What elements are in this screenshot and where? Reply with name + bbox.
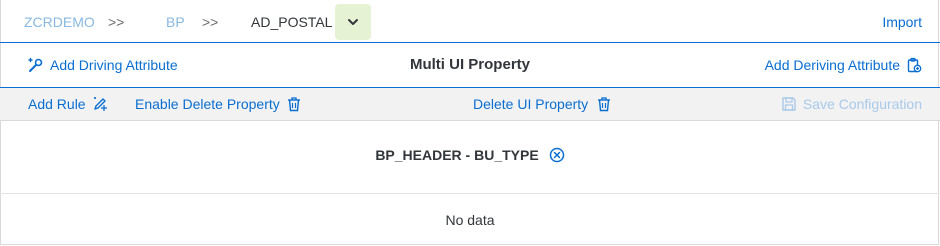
section-title: BP_HEADER - BU_TYPE	[375, 147, 539, 163]
pen-add-icon	[92, 96, 108, 112]
breadcrumb-item-ad-postal: AD_POSTAL	[251, 14, 333, 30]
trash-icon	[286, 96, 302, 112]
add-deriving-attribute-button[interactable]: Add Deriving Attribute	[765, 57, 922, 73]
delete-ui-property-label: Delete UI Property	[473, 96, 589, 112]
enable-delete-property-button[interactable]: Enable Delete Property	[135, 96, 302, 112]
save-configuration-button[interactable]: Save Configuration	[781, 96, 922, 112]
breadcrumb-dropdown-button[interactable]	[335, 4, 371, 40]
save-icon	[781, 96, 797, 112]
section-row: BP_HEADER - BU_TYPE	[0, 121, 940, 194]
clipboard-add-icon	[906, 57, 922, 73]
chevron-down-icon	[345, 14, 361, 30]
breadcrumb: ZCRDEMO >> BP >> AD_POSTAL Import	[0, 0, 940, 43]
action-toolbar: Add Rule Enable Delete Property Delete U…	[0, 88, 940, 121]
import-link[interactable]: Import	[882, 14, 922, 30]
add-rule-label: Add Rule	[28, 96, 86, 112]
add-deriving-attribute-label: Add Deriving Attribute	[764, 57, 900, 73]
breadcrumb-item-bp[interactable]: BP	[166, 14, 185, 30]
trash-icon	[596, 96, 612, 112]
empty-state-text: No data	[445, 212, 495, 228]
title-toolbar: Add Driving Attribute Multi UI Property …	[0, 43, 940, 88]
section-header: BP_HEADER - BU_TYPE	[0, 147, 940, 163]
close-circle-icon[interactable]	[549, 147, 565, 163]
enable-delete-property-label: Enable Delete Property	[135, 96, 280, 112]
breadcrumb-separator: >>	[108, 14, 125, 30]
delete-ui-property-button[interactable]: Delete UI Property	[473, 96, 612, 112]
breadcrumb-separator: >>	[202, 14, 219, 30]
save-configuration-label: Save Configuration	[802, 96, 922, 112]
breadcrumb-item-zcrdemo[interactable]: ZCRDEMO	[24, 14, 95, 30]
add-rule-button[interactable]: Add Rule	[28, 96, 108, 112]
